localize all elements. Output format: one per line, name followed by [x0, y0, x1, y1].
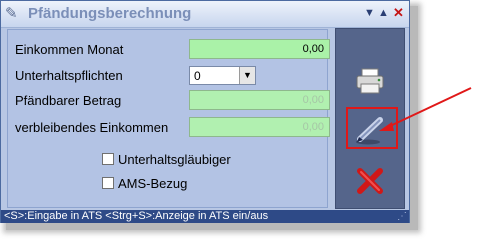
annotation-arrow — [379, 87, 472, 131]
arrow-line — [387, 87, 472, 128]
arrow-head-icon — [379, 122, 394, 131]
